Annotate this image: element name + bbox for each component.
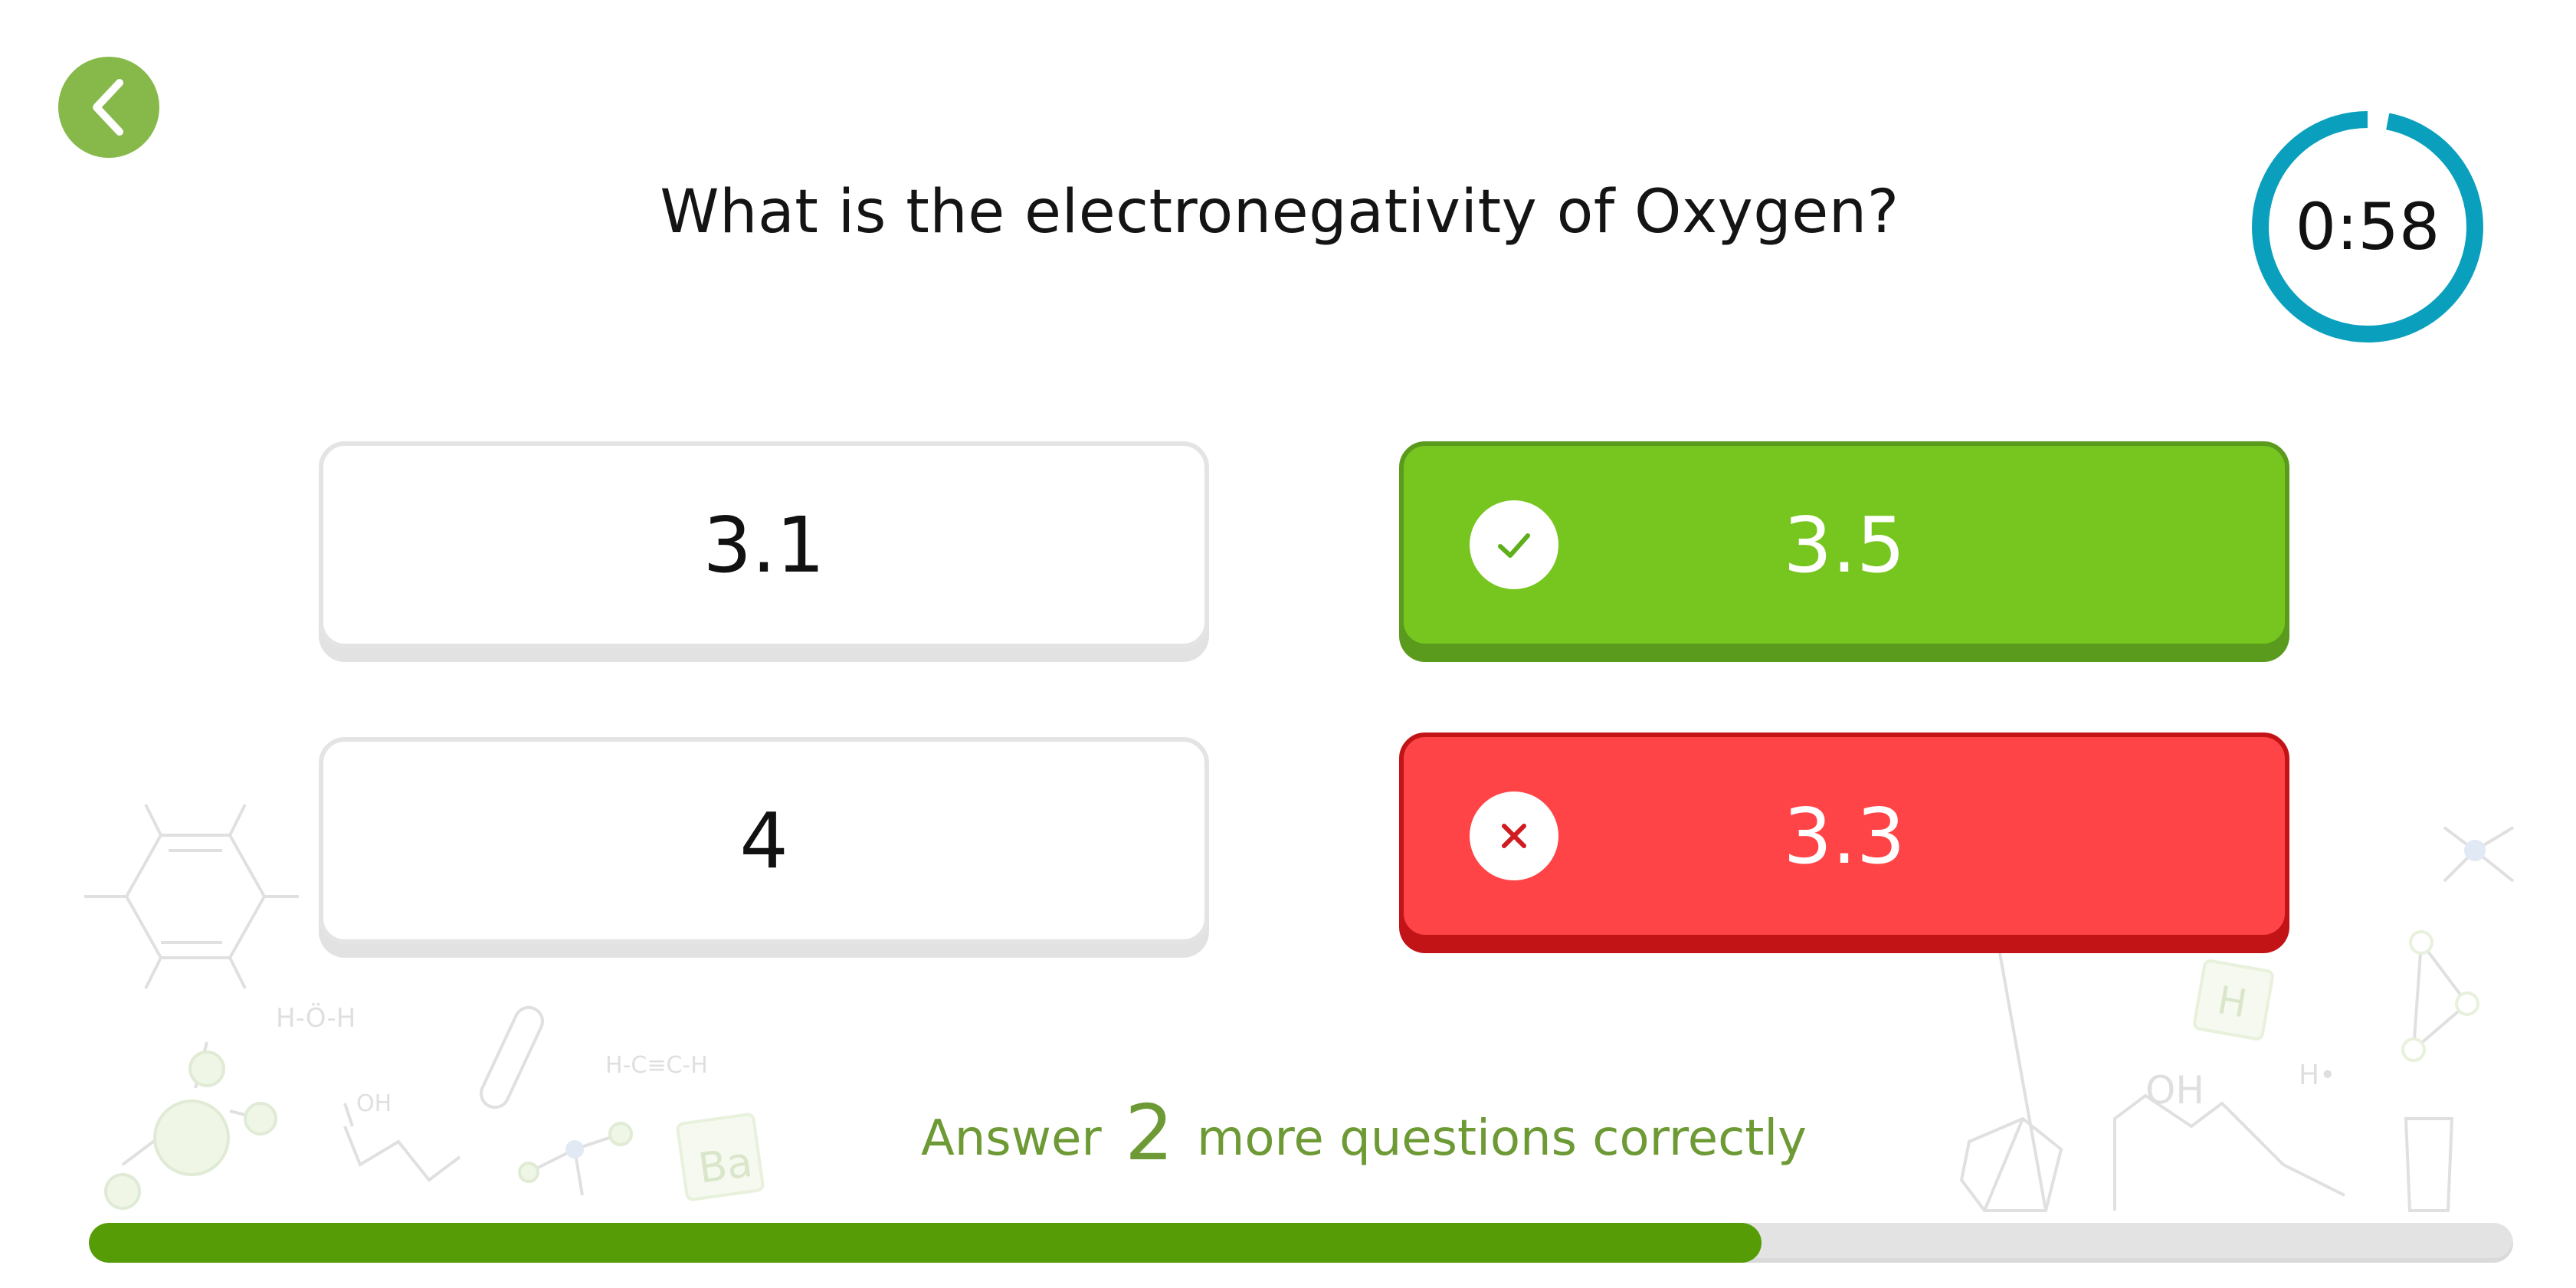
question-text: What is the electronegativity of Oxygen? [660, 178, 1899, 247]
answer-label: 4 [739, 795, 788, 886]
progress-message: Answer 2 more questions correctly [766, 1088, 1961, 1178]
svg-text:H-C≡C-H: H-C≡C-H [605, 1052, 708, 1079]
answer-option-3[interactable]: 4 [319, 737, 1209, 944]
answer-label: 3.5 [1783, 500, 1906, 590]
progress-bar [89, 1223, 2513, 1263]
x-badge [1470, 791, 1558, 880]
timer-text: 0:58 [2295, 189, 2440, 264]
answer-option-2-correct[interactable]: 3.5 [1399, 441, 2289, 648]
svg-text:H-Ö-H: H-Ö-H [276, 1002, 356, 1034]
check-badge [1470, 500, 1558, 589]
check-icon [1498, 533, 1530, 558]
svg-text:OH: OH [2145, 1068, 2204, 1113]
answer-option-1[interactable]: 3.1 [319, 441, 1209, 648]
answer-label: 3.1 [703, 500, 825, 590]
svg-text:H•: H• [2299, 1060, 2335, 1091]
answer-label: 3.3 [1783, 791, 1906, 881]
remaining-count: 2 [1125, 1088, 1174, 1178]
progress-suffix: more questions correctly [1196, 1110, 1807, 1167]
progress-bar-fill [89, 1223, 1762, 1263]
element-tile-ba: Ba [696, 1138, 755, 1193]
svg-text:OH: OH [356, 1090, 392, 1117]
x-icon [1502, 824, 1526, 848]
answer-option-4-incorrect[interactable]: 3.3 [1399, 732, 2289, 939]
quiz-screen: Ba H-Ö-H H-C≡C-H OH H OH H• What is the … [0, 0, 2576, 1288]
back-button[interactable] [58, 57, 159, 158]
countdown-timer: 0:58 [2248, 107, 2487, 346]
chevron-left-icon [93, 79, 123, 136]
progress-prefix: Answer [920, 1110, 1102, 1167]
